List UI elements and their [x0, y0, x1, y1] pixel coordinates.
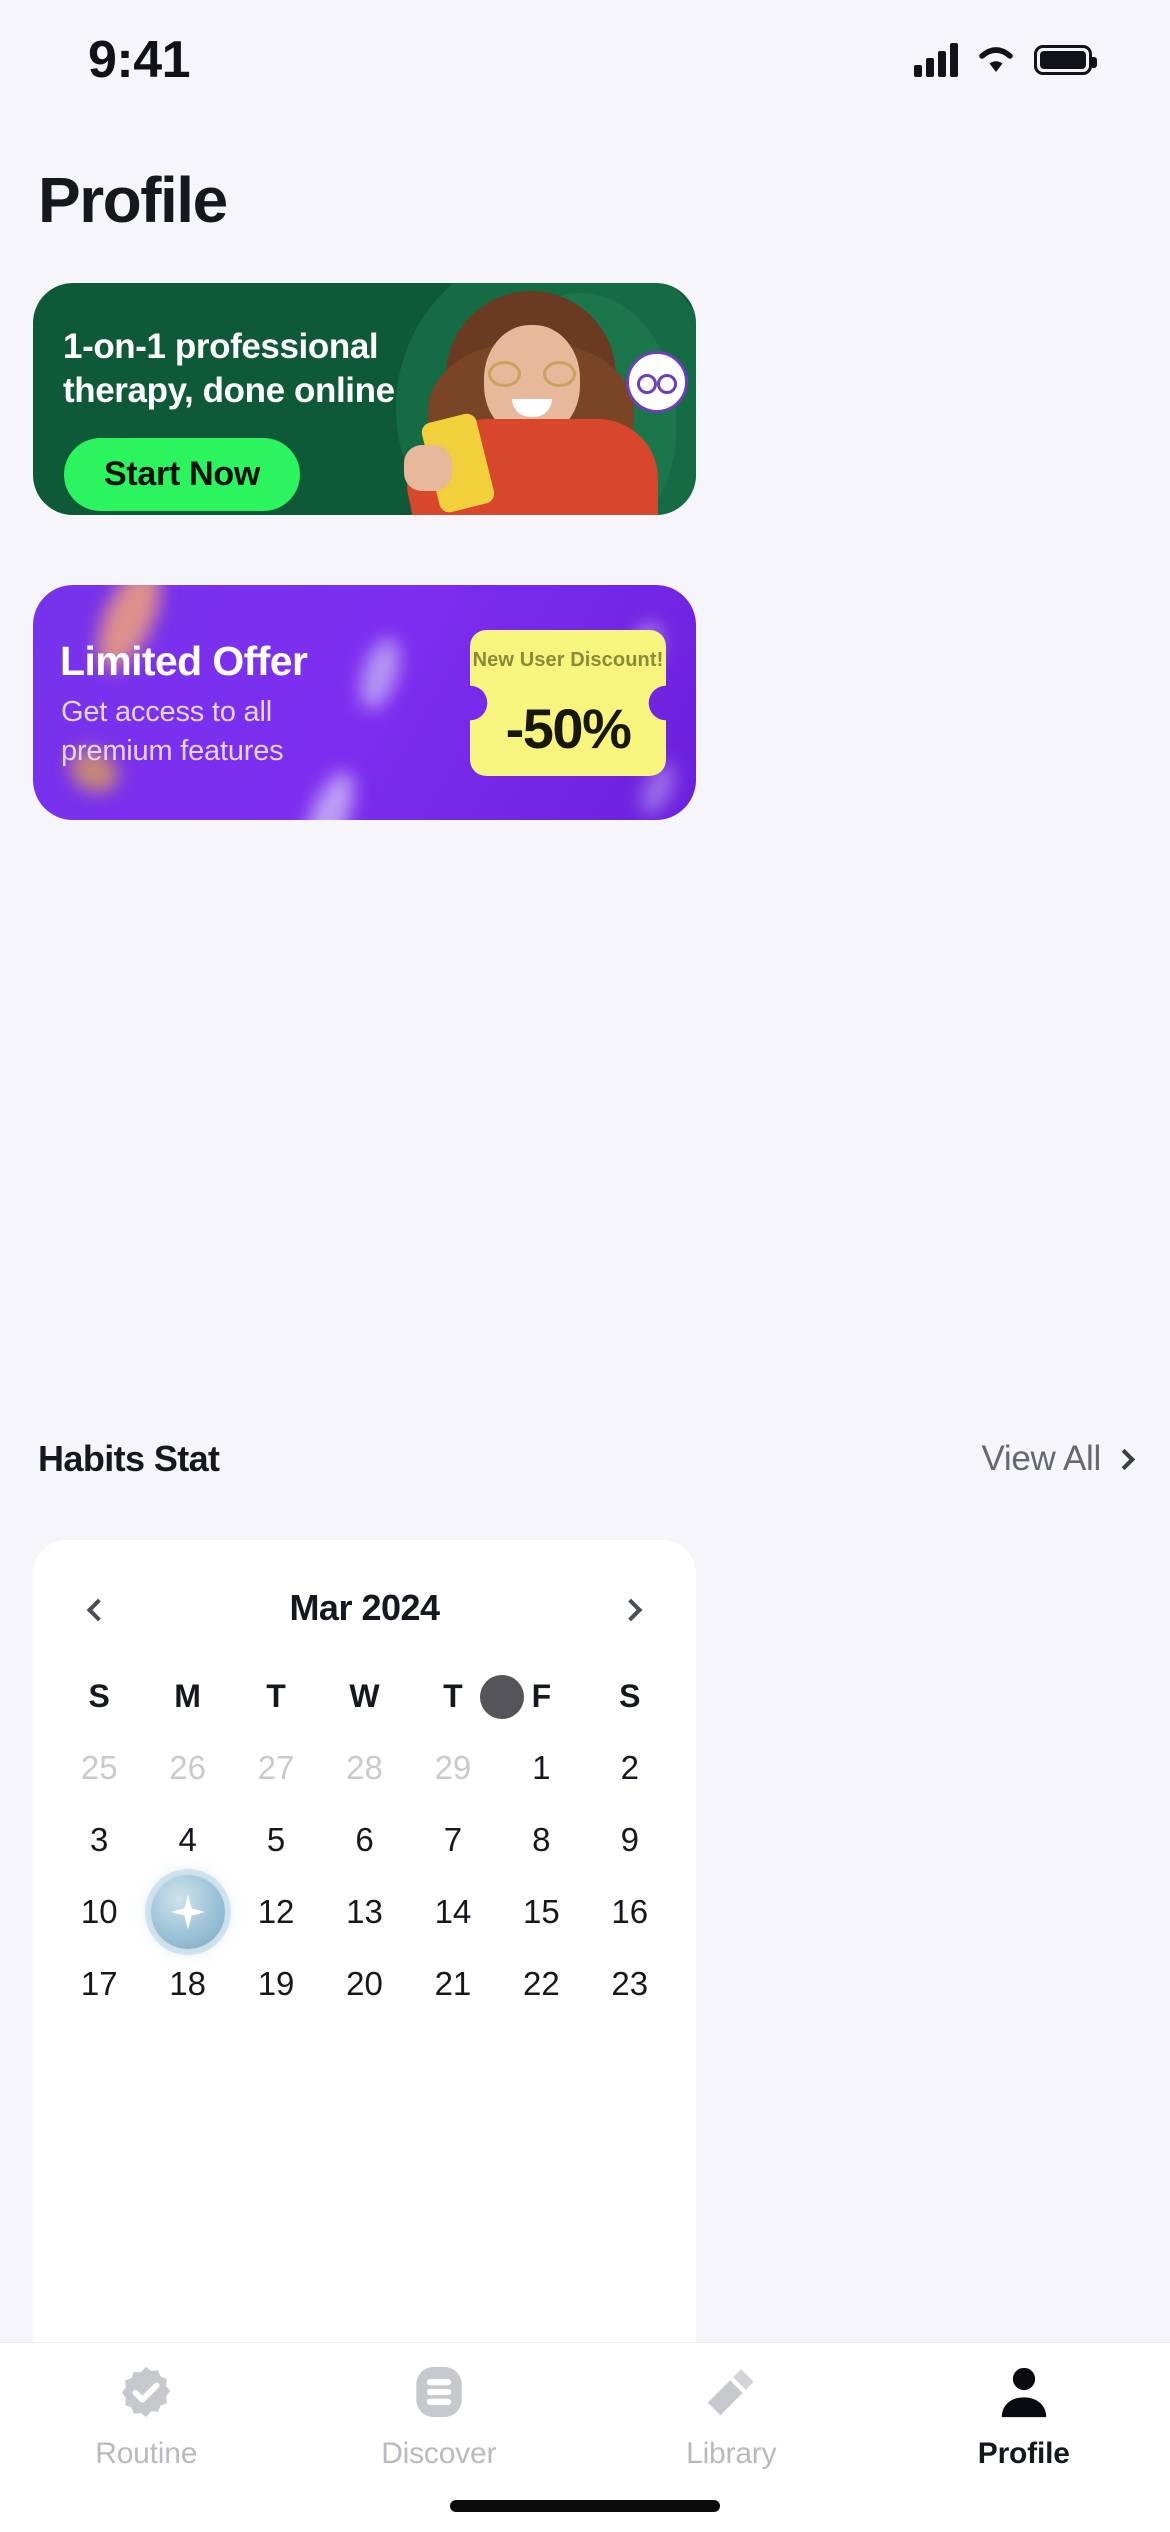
tab-library[interactable]: Library	[585, 2361, 878, 2471]
calendar-day-cell[interactable]: 7	[409, 1804, 497, 1876]
calendar-day-cell[interactable]: 18	[143, 1948, 231, 2020]
calendar-day-cell[interactable]: 19	[232, 1948, 320, 2020]
page-title: Profile	[38, 164, 228, 236]
calendar-day-cell[interactable]: 2	[586, 1732, 674, 1804]
offer-subtitle: Get access to all premium features	[61, 696, 284, 767]
calendar-weekday-header: S	[88, 1677, 110, 1714]
calendar-day-cell[interactable]: 21	[409, 1948, 497, 2020]
start-now-button[interactable]: Start Now	[64, 438, 300, 511]
bookmark-tag-icon	[700, 2361, 762, 2423]
calendar-weekday-header: W	[349, 1677, 380, 1714]
status-bar-time: 9:41	[88, 31, 191, 89]
therapy-promo-banner[interactable]: 1-on-1 professional therapy, done online…	[33, 283, 696, 515]
calendar-day-cell[interactable]: 5	[232, 1804, 320, 1876]
discount-coupon[interactable]: New User Discount! -50%	[470, 630, 666, 776]
view-all-button[interactable]: View All	[981, 1439, 1136, 1479]
status-bar-icons	[914, 43, 1097, 77]
limited-offer-banner[interactable]: Limited Offer Get access to all premium …	[33, 585, 696, 820]
habits-calendar-card: Mar 2024 S M T W T F S 25 26 27 28 29 1 2 3 4 5 6 7 8 9 10 12 1…	[33, 1540, 696, 2410]
calendar-weekday-header: S	[619, 1677, 641, 1714]
today-marker	[480, 1675, 524, 1719]
calendar-day-cell[interactable]: 16	[586, 1876, 674, 1948]
calendar-day-cell[interactable]: 14	[409, 1876, 497, 1948]
calendar-day-cell[interactable]: 13	[320, 1876, 408, 1948]
calendar-day-cell[interactable]: 27	[232, 1732, 320, 1804]
calendar-header: Mar 2024	[33, 1578, 696, 1638]
next-month-button[interactable]	[612, 1588, 656, 1632]
calendar-day-cell[interactable]: 20	[320, 1948, 408, 2020]
offer-title: Limited Offer	[60, 638, 308, 684]
calendar-weekday-header: M	[174, 1677, 201, 1714]
calendar-month-label: Mar 2024	[289, 1587, 440, 1628]
calendar-grid: S M T W T F S 25 26 27 28 29 1 2 3 4 5 6 7 8 9 10 12 13 14 15 16 17…	[55, 1660, 674, 2020]
calendar-day-cell[interactable]: 17	[55, 1948, 143, 2020]
wifi-icon	[979, 47, 1013, 72]
chevron-right-icon	[619, 1598, 643, 1622]
coupon-value: -50%	[505, 697, 632, 760]
calendar-day-cell[interactable]: 23	[586, 1948, 674, 2020]
habits-stat-header: Habits Stat View All	[38, 1438, 1136, 1480]
calendar-day-cell[interactable]: 6	[320, 1804, 408, 1876]
person-icon	[993, 2361, 1055, 2423]
sparkle-decoration	[294, 765, 364, 820]
app-screen: 9:41 Profile 1-on-1 professional therapy…	[0, 0, 1170, 2532]
list-lines-icon	[408, 2361, 470, 2423]
tab-discover[interactable]: Discover	[293, 2361, 586, 2471]
calendar-day-cell[interactable]	[143, 1875, 231, 1949]
tab-routine[interactable]: Routine	[0, 2361, 293, 2471]
calendar-day-cell[interactable]: 8	[497, 1804, 585, 1876]
mascot-sticker-icon	[626, 351, 688, 413]
verified-check-icon	[115, 2361, 177, 2423]
chevron-right-icon	[1113, 1448, 1136, 1470]
calendar-day-cell[interactable]: 29	[409, 1732, 497, 1804]
calendar-day-cell[interactable]: 1	[497, 1732, 585, 1804]
sparkle-badge-icon	[150, 1875, 225, 1949]
habits-stat-title: Habits Stat	[38, 1438, 220, 1479]
calendar-day-cell[interactable]: 12	[232, 1876, 320, 1948]
calendar-day-cell[interactable]: 3	[55, 1804, 143, 1876]
tab-label: Discover	[381, 2437, 497, 2470]
calendar-weekday-header: T	[266, 1677, 286, 1714]
battery-icon	[1034, 45, 1097, 75]
tab-label: Routine	[95, 2437, 198, 2470]
coupon-label: New User Discount!	[472, 649, 664, 671]
calendar-day-cell[interactable]: 22	[497, 1948, 585, 2020]
calendar-day-cell[interactable]: 9	[586, 1804, 674, 1876]
tab-profile[interactable]: Profile	[878, 2361, 1170, 2471]
calendar-day-cell[interactable]: 25	[55, 1732, 143, 1804]
cellular-signal-icon	[914, 43, 958, 77]
calendar-day-cell[interactable]: 28	[320, 1732, 408, 1804]
tab-label: Library	[686, 2437, 777, 2470]
calendar-day-cell[interactable]: 10	[55, 1876, 143, 1948]
tab-label: Profile	[977, 2437, 1070, 2470]
therapy-headline: 1-on-1 professional therapy, done online	[63, 327, 395, 411]
status-bar: 9:41	[0, 0, 1170, 120]
calendar-day-cell[interactable]: 26	[143, 1732, 231, 1804]
calendar-day-cell[interactable]: 4	[143, 1804, 231, 1876]
calendar-day-cell[interactable]: 15	[497, 1876, 585, 1948]
view-all-label: View All	[981, 1439, 1101, 1478]
home-indicator	[450, 2500, 720, 2512]
